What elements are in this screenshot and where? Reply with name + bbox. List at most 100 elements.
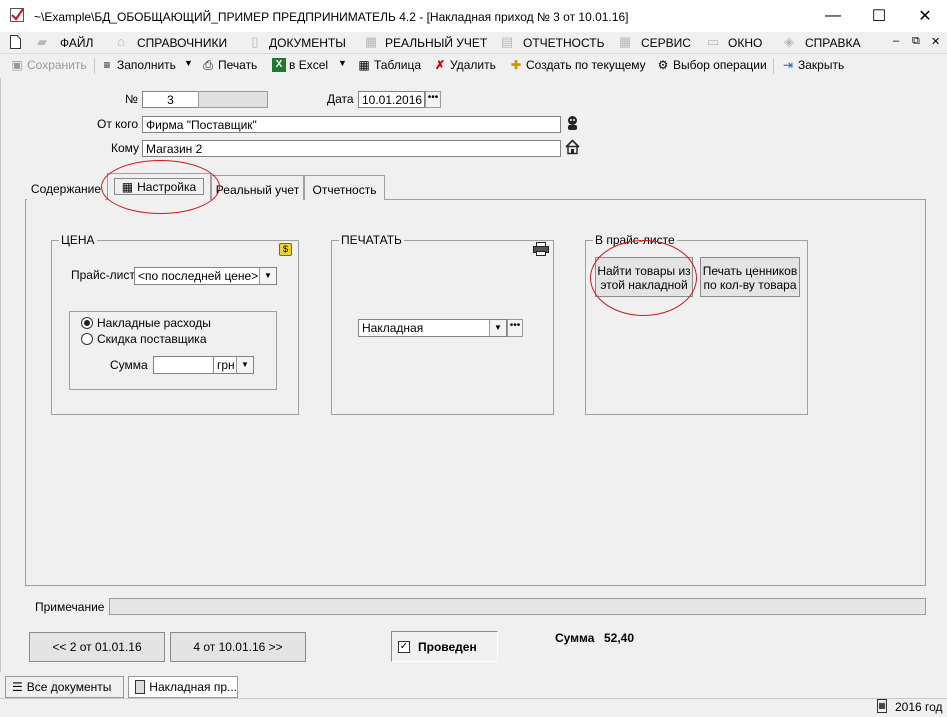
note-field[interactable] <box>109 598 926 615</box>
window-title: ~\Example\БД_ОБОБЩАЮЩИЙ_ПРИМЕР ПРЕДПРИНИ… <box>34 10 629 24</box>
radio-overhead[interactable] <box>81 317 93 329</box>
coin-icon[interactable]: $ <box>279 243 292 256</box>
menu-file[interactable]: ФАЙЛ <box>60 36 93 50</box>
print-group-title: ПЕЧАТАТЬ <box>339 233 404 247</box>
print-form-more-button[interactable]: ••• <box>507 319 523 337</box>
currency-select[interactable]: грн ▼ <box>213 356 254 374</box>
print-form-value: Накладная <box>362 321 424 335</box>
date-picker-button[interactable]: ••• <box>425 91 441 108</box>
fill-button[interactable]: ≡ Заполнить <box>100 58 176 72</box>
print-form-select[interactable]: Накладная ▼ <box>358 319 507 337</box>
save-button[interactable]: ▣ Сохранить <box>10 58 87 72</box>
chevron-down-icon[interactable]: ▼ <box>259 268 276 284</box>
chevron-down-icon[interactable]: ▼ <box>236 357 253 373</box>
close-form-label: Закрыть <box>798 58 845 72</box>
menu-bar: ▰ ФАЙЛ ⌂ СПРАВОЧНИКИ ▯ ДОКУМЕНТЫ ▦ РЕАЛЬ… <box>0 33 947 54</box>
menu-documents[interactable]: ДОКУМЕНТЫ <box>269 36 346 50</box>
find-goods-button[interactable]: Найти товары из этой накладной <box>595 257 693 297</box>
print-button[interactable]: ⎙ Печать <box>201 58 257 72</box>
help-icon: ◈ <box>784 34 794 49</box>
note-label: Примечание <box>35 600 105 614</box>
menu-reports[interactable]: ОТЧЕТНОСТЬ <box>523 36 604 50</box>
home-icon[interactable] <box>565 139 580 155</box>
chevron-down-icon[interactable]: ▼ <box>489 320 506 336</box>
pricelist-select[interactable]: <по последней цене> ▼ <box>134 267 277 285</box>
mdi-minimize-button[interactable]: – <box>893 35 899 47</box>
print-price-tags-button[interactable]: Печать ценников по кол-ву товара <box>700 257 800 297</box>
document-icon <box>135 680 146 694</box>
save-label: Сохранить <box>27 58 87 72</box>
select-operation-button[interactable]: ⚙ Выбор операции <box>656 58 767 72</box>
minimize-button[interactable]: — <box>810 0 856 32</box>
menu-help[interactable]: СПРАВКА <box>805 36 861 50</box>
sum-input[interactable] <box>153 356 214 374</box>
save-icon: ▣ <box>11 58 23 72</box>
from-field[interactable]: Фирма "Поставщик" <box>142 116 561 133</box>
menu-real-accounting[interactable]: РЕАЛЬНЫЙ УЧЕТ <box>385 36 487 50</box>
printer-icon[interactable] <box>533 242 549 256</box>
stack-icon: ☰ <box>12 680 23 694</box>
excel-icon: X <box>272 58 286 72</box>
maximize-button[interactable]: ☐ <box>856 0 902 32</box>
pricelist-label: Прайс-лист <box>71 268 135 282</box>
delete-button[interactable]: ✗ Удалить <box>433 58 496 72</box>
calendar-icon: ▦ <box>877 699 887 713</box>
year-indicator: 2016 год <box>895 700 943 714</box>
tab-content[interactable]: Содержание <box>27 175 105 200</box>
menu-service[interactable]: СЕРВИС <box>641 36 691 50</box>
number-label: № <box>125 92 138 106</box>
page-icon: ▯ <box>251 34 259 49</box>
close-form-button[interactable]: ⇥ Закрыть <box>781 58 844 72</box>
fill-dropdown-icon[interactable]: ▼ <box>184 58 193 68</box>
current-document-button[interactable]: Накладная пр... <box>128 676 238 698</box>
excel-dropdown-icon[interactable]: ▼ <box>338 58 347 68</box>
document-icon <box>10 35 21 49</box>
prev-document-button[interactable]: << 2 от 01.01.16 <box>29 632 165 662</box>
window-icon: ▭ <box>706 34 720 49</box>
create-button[interactable]: ✚ Создать по текущему <box>509 58 646 72</box>
toolbar: ▣ Сохранить ≡ Заполнить ▼ ⎙ Печать Xв Excel… <box>0 55 947 77</box>
date-field[interactable]: 10.01.2016 <box>358 91 425 108</box>
tab-settings[interactable]: ▦ Настройка <box>107 173 211 200</box>
keyboard-icon: ▦ <box>618 34 632 49</box>
status-bar <box>0 698 947 717</box>
menu-window[interactable]: ОКНО <box>728 36 762 50</box>
next-document-button[interactable]: 4 от 10.01.16 >> <box>170 632 306 662</box>
delete-icon: ✗ <box>434 58 446 72</box>
mdi-close-button[interactable]: ✕ <box>931 35 940 48</box>
toolbar-divider <box>773 58 774 74</box>
number-field[interactable]: 3 <box>142 91 199 108</box>
all-documents-button[interactable]: ☰ Все документы <box>5 676 124 698</box>
tab-reports[interactable]: Отчетность <box>304 175 385 200</box>
fill-label: Заполнить <box>117 58 176 72</box>
close-button[interactable]: ✕ <box>902 0 947 32</box>
table-icon: ▦ <box>358 58 370 72</box>
title-bar: ~\Example\БД_ОБОБЩАЮЩИЙ_ПРИМЕР ПРЕДПРИНИ… <box>0 0 947 32</box>
home-icon: ⌂ <box>117 34 125 49</box>
total-sum-label: Сумма <box>555 631 595 645</box>
posted-label: Проведен <box>418 640 477 654</box>
tab-real-accounting[interactable]: Реальный учет <box>211 175 304 200</box>
to-field[interactable]: Магазин 2 <box>142 140 561 157</box>
excel-label: в Excel <box>289 58 329 72</box>
all-documents-label: Все документы <box>26 680 112 694</box>
select-operation-label: Выбор операции <box>673 58 767 72</box>
folder-icon: ▰ <box>37 34 47 49</box>
currency-value: грн <box>217 358 235 372</box>
from-label: От кого <box>97 117 139 131</box>
total-sum-value: 52,40 <box>604 631 635 645</box>
create-label: Создать по текущему <box>526 58 646 72</box>
posted-box[interactable]: ✓ Проведен <box>391 631 498 662</box>
table-button[interactable]: ▦ Таблица <box>357 58 421 72</box>
current-document-label: Накладная пр... <box>149 680 237 694</box>
print-label: Печать <box>218 58 258 72</box>
excel-button[interactable]: Xв Excel <box>272 58 328 72</box>
app-icon <box>10 8 24 22</box>
report-icon: ▤ <box>500 34 514 49</box>
mdi-restore-button[interactable]: ⧉ <box>912 35 920 48</box>
person-icon[interactable] <box>565 115 580 131</box>
menu-references[interactable]: СПРАВОЧНИКИ <box>137 36 227 50</box>
radio-discount[interactable] <box>81 333 93 345</box>
printer-icon: ⎙ <box>203 58 213 72</box>
posted-checkbox[interactable]: ✓ <box>398 641 410 653</box>
